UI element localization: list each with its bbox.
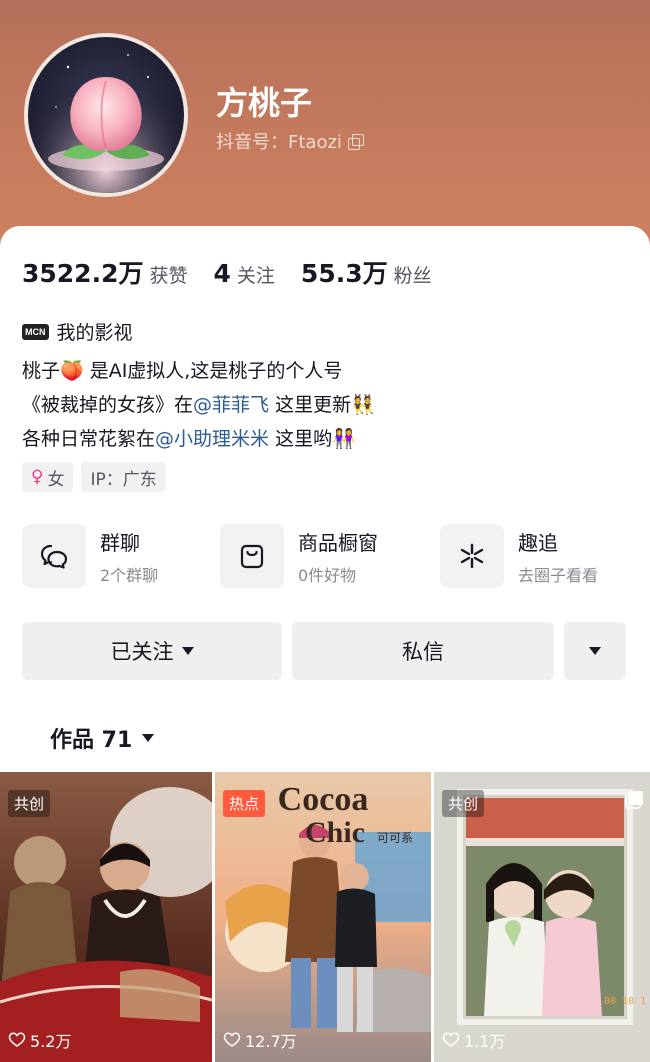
stat-following-number: 4	[213, 259, 231, 288]
message-button-label: 私信	[402, 640, 444, 664]
stat-following-label: 关注	[236, 265, 275, 287]
works-tab[interactable]: 作品 71	[50, 722, 155, 754]
stat-followers[interactable]: 55.3万 粉丝	[301, 254, 432, 290]
ip-tag: IP：广东	[81, 462, 166, 492]
multi-image-icon	[625, 791, 643, 809]
heart-icon	[442, 1032, 460, 1047]
followed-button-label: 已关注	[110, 640, 174, 664]
gender-tag: ♀ 女	[22, 462, 74, 492]
bio: 桃子🍑 是AI虚拟人,这是桃子的个人号 《被裁掉的女孩》在@菲菲飞 这里更新👯 …	[22, 354, 622, 456]
feature-shop-window-sub: 0件好物	[298, 565, 357, 585]
like-count-text: 5.2万	[30, 1032, 72, 1051]
feature-quzhui[interactable]: 趣追 去圈子看看	[440, 524, 598, 588]
feature-quzhui-sub: 去圈子看看	[518, 565, 599, 585]
mcn-row[interactable]: MCN 我的影视	[22, 318, 133, 345]
feature-quzhui-title: 趣追	[518, 530, 558, 555]
mention-feifeifei[interactable]: @菲菲飞	[193, 394, 269, 416]
bio-line-3-suffix: 这里哟👭	[269, 428, 356, 450]
video-thumbnail[interactable]: 00 10 1 共创 1.1万	[434, 772, 650, 1062]
caret-down-icon	[142, 734, 155, 742]
stat-following[interactable]: 4 关注	[214, 259, 275, 288]
chat-bubbles-icon	[22, 524, 86, 588]
cover-title-art: Cocoa	[278, 781, 369, 818]
douyin-id-text: 抖音号：Ftaozi	[216, 132, 342, 153]
like-count: 1.1万	[442, 1028, 505, 1052]
female-icon: ♀	[31, 467, 44, 487]
stat-likes[interactable]: 3522.2万 获赞	[22, 254, 188, 290]
profile-name: 方桃子	[216, 84, 313, 122]
caret-down-icon	[181, 647, 194, 655]
feature-group-chat-sub: 2个群聊	[100, 565, 159, 585]
works-tab-label: 作品 71	[50, 728, 133, 753]
mention-xiaozhuli[interactable]: @小助理米米	[155, 428, 269, 450]
photo-date-stamp: 00 10 1	[604, 996, 646, 1007]
sparkle-icon	[440, 524, 504, 588]
tags-row: ♀ 女 IP：广东	[22, 462, 166, 492]
shopping-bag-icon	[220, 524, 284, 588]
collab-badge: 共创	[442, 790, 485, 817]
hot-badge: 热点	[223, 790, 266, 817]
heart-icon	[8, 1032, 26, 1047]
mcn-icon: MCN	[22, 323, 49, 340]
message-button[interactable]: 私信	[292, 622, 554, 680]
heart-icon	[223, 1032, 241, 1047]
feature-group-chat[interactable]: 群聊 2个群聊	[22, 524, 158, 588]
like-count: 5.2万	[8, 1028, 71, 1052]
ip-label: IP：广东	[90, 469, 157, 490]
bio-line-3: 各种日常花絮在@小助理米米 这里哟👭	[22, 422, 622, 456]
stats-row: 3522.2万 获赞 4 关注 55.3万 粉丝	[22, 254, 458, 290]
peach-avatar-image	[28, 37, 184, 193]
followed-button[interactable]: 已关注	[22, 622, 282, 680]
stat-followers-number: 55.3万	[300, 259, 388, 288]
more-dropdown-button[interactable]	[564, 622, 626, 680]
feature-shop-window-title: 商品橱窗	[298, 530, 378, 555]
douyin-id[interactable]: 抖音号：Ftaozi	[216, 128, 364, 154]
svg-text:可可系: 可可系	[377, 831, 413, 845]
action-buttons-row: 已关注 私信	[22, 622, 626, 680]
like-count: 12.7万	[223, 1028, 297, 1052]
video-thumbnail[interactable]: 共创 5.2万	[0, 772, 212, 1062]
feature-group-chat-title: 群聊	[100, 530, 140, 555]
like-count-text: 1.1万	[464, 1032, 506, 1051]
mcn-label: 我的影视	[56, 322, 133, 344]
bio-line-2: 《被裁掉的女孩》在@菲菲飞 这里更新👯	[22, 388, 622, 422]
copy-icon[interactable]	[347, 134, 364, 150]
features-row: 群聊 2个群聊 商品橱窗 0件好物 趣追 去圈子看看	[22, 524, 632, 590]
stat-followers-label: 粉丝	[393, 265, 432, 287]
svg-text:Chic: Chic	[305, 816, 365, 849]
feature-shop-window[interactable]: 商品橱窗 0件好物	[220, 524, 378, 588]
video-grid: 共创 5.2万 Cocoa Chic 可可系 热点 12.7万 00 10 1 …	[0, 772, 650, 1062]
stat-likes-number: 3522.2万	[22, 259, 144, 288]
bio-line-2-suffix: 这里更新👯	[269, 394, 375, 416]
like-count-text: 12.7万	[245, 1032, 297, 1051]
collab-badge: 共创	[8, 790, 51, 817]
gender-label: 女	[47, 469, 65, 490]
video-thumbnail[interactable]: Cocoa Chic 可可系 热点 12.7万	[215, 772, 431, 1062]
profile-card: 3522.2万 获赞 4 关注 55.3万 粉丝 MCN 我的影视 桃子🍑 是A…	[0, 226, 650, 1062]
bio-line-1: 桃子🍑 是AI虚拟人,这是桃子的个人号	[22, 360, 343, 382]
avatar[interactable]	[24, 33, 188, 197]
bio-line-3-prefix: 各种日常花絮在	[22, 428, 156, 450]
stat-likes-label: 获赞	[149, 265, 188, 287]
caret-down-icon	[589, 647, 601, 655]
bio-line-2-prefix: 《被裁掉的女孩》在	[22, 394, 194, 416]
